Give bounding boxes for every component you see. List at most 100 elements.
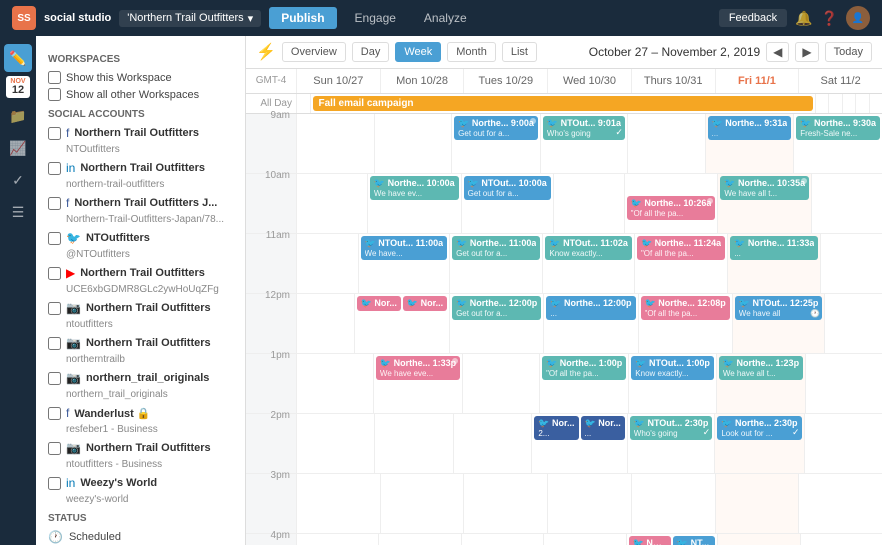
brand-name: social studio (44, 12, 111, 24)
workspace-show-all[interactable]: Show all other Workspaces (48, 88, 233, 101)
cell-sun-11 (296, 234, 358, 293)
menu-icon[interactable]: ☰ (4, 198, 32, 226)
fall-email-event[interactable]: Fall email campaign (313, 96, 813, 111)
event-fri-10[interactable]: 🐦 Northe... 10:35a We have all t... (720, 176, 809, 200)
event-tue-10[interactable]: 🐦 NTOut... 10:00a Get out for a... (464, 176, 551, 200)
ig-icon: 📷 (66, 336, 81, 350)
event-fri-9-1[interactable]: 🐦 Northe... 9:31a ... (708, 116, 792, 140)
top-nav: SS social studio 'Northern Trail Outfitt… (0, 0, 882, 36)
bell-icon[interactable]: 🔔 (795, 10, 812, 27)
time-row-9am: 9am 🐦 Northe... 9:00a Get out for a... (246, 114, 882, 174)
filter-icon[interactable]: ⚡ (256, 42, 276, 62)
week-btn[interactable]: Week (395, 42, 441, 62)
cell-thu-12: 🐦 Northe... 12:08p "Of all the pa... (638, 294, 732, 353)
folder-icon[interactable]: 📁 (4, 102, 32, 130)
cell-fri-3 (715, 474, 799, 533)
calendar-icon[interactable]: NOV 12 (6, 76, 30, 98)
col-sun: Sun 10/27 (296, 69, 380, 93)
status-scheduled: 🕐 Scheduled (48, 530, 233, 544)
cell-tue-9: 🐦 Northe... 9:00a Get out for a... (451, 114, 540, 173)
cell-wed-10 (553, 174, 624, 233)
month-btn[interactable]: Month (447, 42, 496, 62)
ig-icon: 📷 (66, 371, 81, 385)
event-wed-1[interactable]: 🐦 Northe... 1:00p "Of all the pa... (542, 356, 626, 380)
ig-icon: 📷 (66, 301, 81, 315)
event-thu-4-2[interactable]: 🐦 NT... ... (673, 536, 715, 545)
event-fri-11[interactable]: 🐦 Northe... 11:33a ... (730, 236, 818, 260)
event-wed-2-1[interactable]: 🐦 Nor... 2... (534, 416, 578, 440)
event-thu-10-1[interactable]: 🐦 Northe... 10:26a "Of all the pa... (627, 196, 716, 220)
cell-sat-2 (804, 414, 882, 473)
time-1pm: 1pm (246, 348, 296, 413)
cell-fri-1: 🐦 Northe... 1:23p We have all t... (716, 354, 805, 413)
event-mon-12-1[interactable]: 🐦 Nor... (357, 296, 401, 311)
cell-sun-10 (296, 174, 367, 233)
cell-wed-3 (547, 474, 631, 533)
event-sat-9[interactable]: 🐦 Northe... 9:30a Fresh-Sale ne... (796, 116, 880, 140)
cell-sun-2 (296, 414, 374, 473)
workspace-show-this[interactable]: Show this Workspace (48, 71, 233, 84)
engage-button[interactable]: Engage (345, 7, 406, 29)
allday-tue (815, 94, 829, 113)
event-tue-9-1[interactable]: 🐦 Northe... 9:00a Get out for a... (454, 116, 538, 140)
cell-mon-4 (378, 534, 460, 545)
user-avatar[interactable]: 👤 (846, 6, 870, 30)
event-fri-2[interactable]: 🐦 Northe... 2:30p Look out for ... ✓ (717, 416, 801, 440)
help-icon[interactable]: ❓ (821, 10, 838, 27)
event-thu-12[interactable]: 🐦 Northe... 12:08p "Of all the pa... (641, 296, 730, 320)
event-mon-1[interactable]: 🐦 Northe... 1:33p We have eve... (376, 356, 460, 380)
event-thu-2[interactable]: 🐦 NTOut... 2:30p Who's going ✓ (630, 416, 713, 440)
event-tue-12[interactable]: 🐦 Northe... 12:00p Get out for a... (452, 296, 541, 320)
list-btn[interactable]: List (502, 42, 537, 62)
activity-icon[interactable]: 📈 (4, 134, 32, 162)
yt-icon: ▶ (66, 266, 75, 280)
allday-sun (296, 94, 310, 113)
cell-sun-3 (296, 474, 380, 533)
event-mon-10[interactable]: 🐦 Northe... 10:00a We have ev... (370, 176, 459, 200)
workspace-selector[interactable]: 'Northern Trail Outfitters ▾ (119, 10, 261, 27)
event-wed-12[interactable]: 🐦 Northe... 12:00p ... (546, 296, 635, 320)
cell-tue-4 (461, 534, 543, 545)
col-mon: Mon 10/28 (380, 69, 464, 93)
analyze-button[interactable]: Analyze (414, 7, 477, 29)
cell-sat-11 (820, 234, 882, 293)
publish-button[interactable]: Publish (269, 7, 336, 29)
feedback-button[interactable]: Feedback (719, 9, 787, 27)
event-mon-12-2[interactable]: 🐦 Nor... (403, 296, 447, 311)
day-btn[interactable]: Day (352, 42, 390, 62)
event-thu-11-1[interactable]: 🐦 Northe... 11:24a "Of all the pa... (637, 236, 725, 260)
cell-sat-9: 🐦 Northe... 9:30a Fresh-Sale ne... (793, 114, 882, 173)
next-arrow[interactable]: ▶ (795, 42, 818, 62)
prev-arrow[interactable]: ◀ (766, 42, 789, 62)
event-dot (707, 198, 713, 204)
event-tue-11[interactable]: 🐦 Northe... 11:00a Get out for a... (452, 236, 540, 260)
allday-thu (842, 94, 856, 113)
brand-icon: SS (12, 6, 36, 30)
calendar-grid: GMT-4 Sun 10/27 Mon 10/28 Tues 10/29 Wed… (246, 69, 882, 545)
event-wed-11[interactable]: 🐦 NTOut... 11:02a Know exactly... (545, 236, 632, 260)
today-btn[interactable]: Today (825, 42, 872, 62)
status-title: STATUS (48, 513, 233, 524)
event-wed-2-2[interactable]: 🐦 Nor... ... (581, 416, 625, 440)
event-thu-4-1[interactable]: 🐦 Nor... ... (629, 536, 671, 545)
edit-icon[interactable]: ✏️ (4, 44, 32, 72)
event-thu-1[interactable]: 🐦 NTOut... 1:00p Know exactly... (631, 356, 714, 380)
col-wed: Wed 10/30 (547, 69, 631, 93)
event-fri-12[interactable]: 🐦 NTOut... 12:25p We have all 🕐 (735, 296, 823, 320)
account-row: in Northern Trail Outfitters northern-tr… (48, 161, 233, 190)
event-fri-1[interactable]: 🐦 Northe... 1:23p We have all t... (719, 356, 803, 380)
check-icon[interactable]: ✓ (4, 166, 32, 194)
allday-row: All Day Fall email campaign (246, 94, 882, 114)
date-range: October 27 – November 2, 2019 ◀ ▶ Today (589, 42, 872, 62)
calendar-header: GMT-4 Sun 10/27 Mon 10/28 Tues 10/29 Wed… (246, 69, 882, 94)
cell-mon-1: 🐦 Northe... 1:33p We have eve... (373, 354, 462, 413)
cell-mon-10: 🐦 Northe... 10:00a We have ev... (367, 174, 461, 233)
cell-sat-1 (805, 354, 882, 413)
event-wed-9[interactable]: 🐦 NTOut... 9:01a Who's going ✓ (543, 116, 625, 140)
cell-thu-3 (631, 474, 715, 533)
event-mon-11[interactable]: 🐦 NTOut... 11:00a We have... (361, 236, 448, 260)
cell-wed-11: 🐦 NTOut... 11:02a Know exactly... (542, 234, 634, 293)
overview-btn[interactable]: Overview (282, 42, 346, 62)
time-grid: 9am 🐦 Northe... 9:00a Get out for a... (246, 114, 882, 545)
time-row-4pm: 4pm 🐦 Nor... ... 🐦 NT... (246, 534, 882, 545)
